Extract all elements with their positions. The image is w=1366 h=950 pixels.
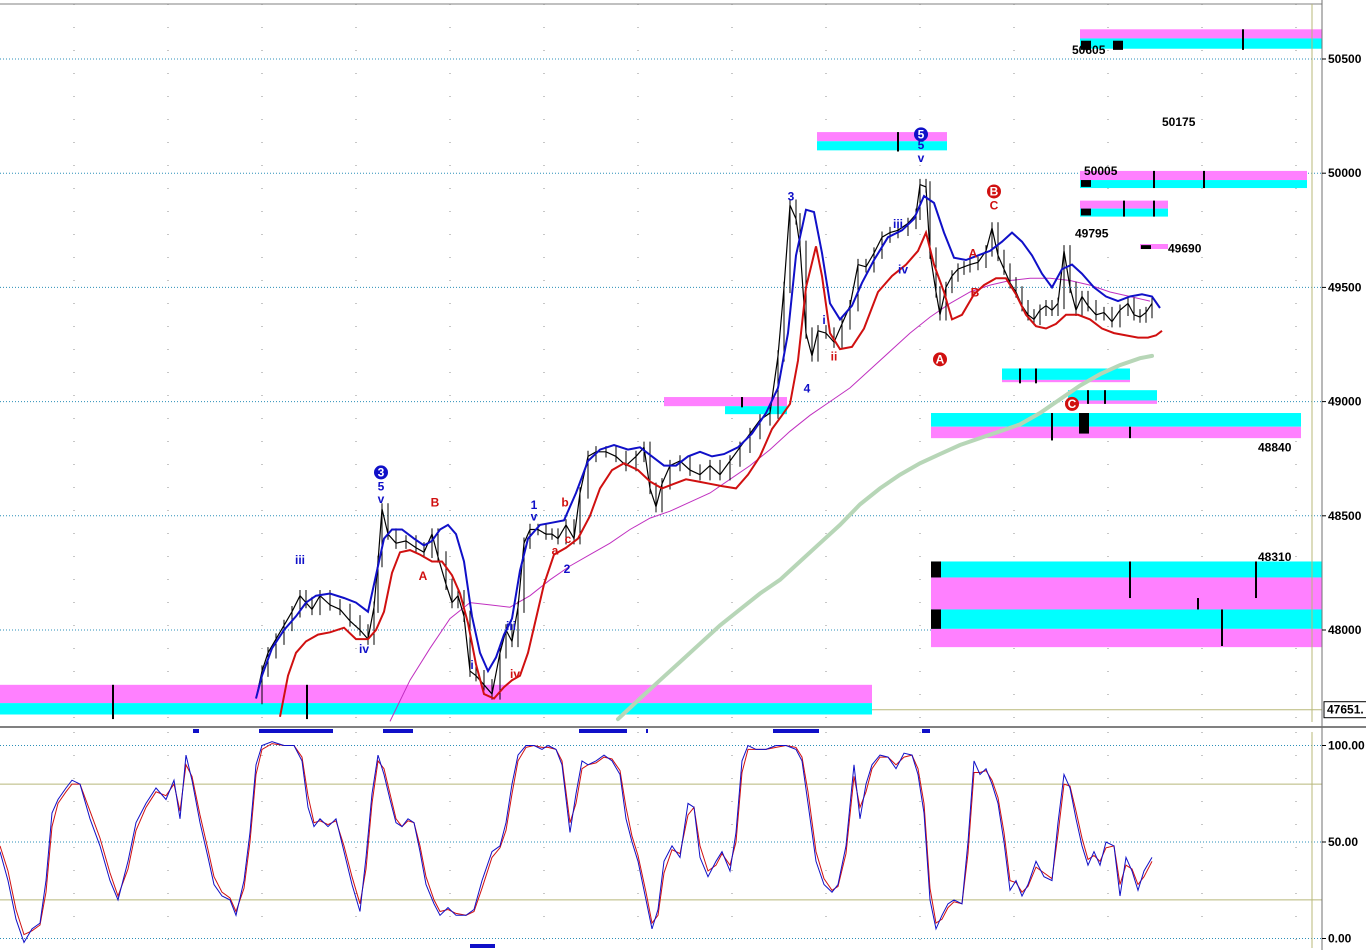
wave-label: a: [552, 544, 559, 558]
y-axis-tick-label: 48500: [1328, 509, 1362, 523]
target-zone: [664, 397, 787, 407]
wave-label: ii: [831, 349, 838, 363]
target-zone: [931, 577, 1322, 610]
wave-label: iv: [898, 263, 908, 277]
time-marker: [259, 729, 333, 733]
wave-label: C: [990, 199, 999, 213]
target-zone: [1080, 180, 1307, 189]
y-axis-tick-label: 50000: [1328, 166, 1362, 180]
target-zone: [1068, 390, 1157, 401]
target-zone: [1068, 400, 1157, 404]
oscillator-axis-tick-label: 0.00: [1328, 932, 1352, 946]
y-axis-tick-label: 50500: [1328, 52, 1362, 66]
time-marker: [922, 729, 930, 733]
oscillator-axis-tick-label: 50.00: [1328, 835, 1358, 849]
wave-label: 3: [788, 190, 795, 204]
chart-background: [0, 0, 1366, 950]
wave-label: iii: [893, 217, 903, 231]
target-price-label: 49795: [1075, 227, 1109, 241]
wave-label: i: [470, 658, 473, 672]
wave-label: A: [419, 569, 428, 583]
wave-label: iv: [359, 642, 369, 656]
time-marker: [193, 729, 199, 733]
target-zone: [1002, 379, 1130, 383]
y-axis-tick-label: 49500: [1328, 280, 1362, 294]
circled-wave-label: B: [990, 184, 999, 198]
time-marker: [646, 729, 648, 733]
target-price-label: 50605: [1072, 43, 1106, 57]
target-zone: [1080, 29, 1322, 39]
current-price-label: 47651.: [1327, 703, 1364, 717]
wave-label: B: [971, 286, 980, 300]
target-zone: [817, 141, 947, 151]
y-axis-tick-label: 49000: [1328, 395, 1362, 409]
target-price-label: 50005: [1084, 164, 1118, 178]
target-price-label: 49690: [1168, 242, 1202, 256]
oscillator-axis-tick-label: 100.00: [1328, 739, 1365, 753]
wave-label: 2: [564, 562, 571, 576]
time-marker: [470, 944, 495, 948]
wave-label: b: [561, 496, 568, 510]
y-axis-tick-label: 48000: [1328, 623, 1362, 637]
wave-label: iii: [506, 619, 516, 633]
target-zone: [931, 413, 1301, 427]
circled-wave-label: A: [936, 352, 945, 366]
target-price-label: 48840: [1258, 440, 1292, 454]
wave-label: v: [531, 509, 538, 523]
wave-label: v: [918, 151, 925, 165]
wave-label: A: [969, 247, 978, 261]
circled-wave-label: 5: [918, 127, 925, 141]
time-marker: [773, 729, 819, 733]
wave-label: v: [378, 492, 385, 506]
target-zone: [0, 684, 872, 704]
wave-label: B: [431, 496, 440, 510]
target-zone: [931, 609, 1322, 629]
wave-label: i: [822, 313, 825, 327]
wave-label: 4: [804, 381, 811, 395]
time-marker: [579, 729, 627, 733]
elliott-wave-chart: iiiiv5v BAiiiiiv1vbac234iiiiiiiv5vABC35BA…: [0, 0, 1366, 950]
time-marker: [383, 729, 413, 733]
wave-label: c: [565, 532, 572, 546]
target-zone: [931, 628, 1322, 648]
target-price-label: 48310: [1258, 550, 1292, 564]
circled-wave-label: 3: [378, 465, 385, 479]
target-price-label: 50175: [1162, 115, 1196, 129]
wave-label: iv: [510, 667, 520, 681]
target-zone: [0, 703, 872, 715]
circled-wave-label: C: [1068, 397, 1077, 411]
wave-label: iii: [295, 553, 305, 567]
